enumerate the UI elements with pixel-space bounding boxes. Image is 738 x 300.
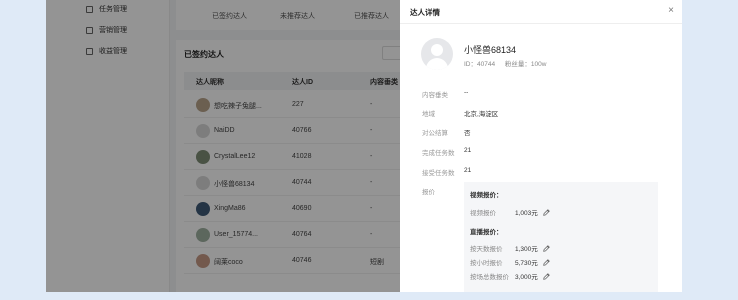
field-label: 接受任务数 (422, 170, 455, 177)
drawer-title: 达人详情 (410, 8, 440, 17)
field-value: 21 (464, 147, 472, 154)
field-value: 北京,海淀区 (464, 111, 499, 118)
close-icon[interactable]: × (668, 5, 674, 16)
creator-meta: ID：40744 粉丝量：100w (464, 58, 554, 68)
edit-icon[interactable] (542, 273, 550, 280)
field-value: 否 (464, 130, 471, 137)
price-label: 按天数报价 (470, 246, 503, 253)
price-label: 视频报价 (470, 210, 496, 217)
live-price-title: 直播报价： (470, 229, 503, 236)
price-panel: 视频报价： 视频报价 1,003元 直播报价： 按天数报价 1,300元 按小时… (464, 182, 658, 292)
field-label: 报价 (422, 189, 435, 196)
field-label: 对公结算 (422, 130, 448, 137)
field-label: 地域 (422, 111, 435, 118)
avatar (421, 38, 453, 70)
price-label: 按小时报价 (470, 260, 503, 267)
field-value: -- (464, 89, 469, 96)
edit-icon[interactable] (542, 259, 550, 266)
creator-name: 小怪兽68134 (464, 45, 517, 55)
divider (400, 23, 682, 24)
creator-fans: 粉丝量：100w (504, 61, 547, 68)
field-value: 21 (464, 167, 472, 174)
creator-id: ID：40744 (464, 61, 496, 68)
price-value: 5,730元 (515, 257, 550, 267)
price-value: 1,300元 (515, 243, 550, 253)
price-value: 3,000元 (515, 271, 550, 281)
field-label: 内容垂类 (422, 92, 448, 99)
edit-icon[interactable] (542, 209, 550, 216)
creator-detail-drawer: 达人详情 × 小怪兽68134 ID：40744 粉丝量：100w 内容垂类 -… (400, 0, 682, 292)
edit-icon[interactable] (542, 245, 550, 252)
video-price-title: 视频报价： (470, 192, 503, 199)
price-label: 按场总数报价 (470, 274, 509, 281)
field-label: 完成任务数 (422, 150, 455, 157)
price-value: 1,003元 (515, 207, 550, 217)
